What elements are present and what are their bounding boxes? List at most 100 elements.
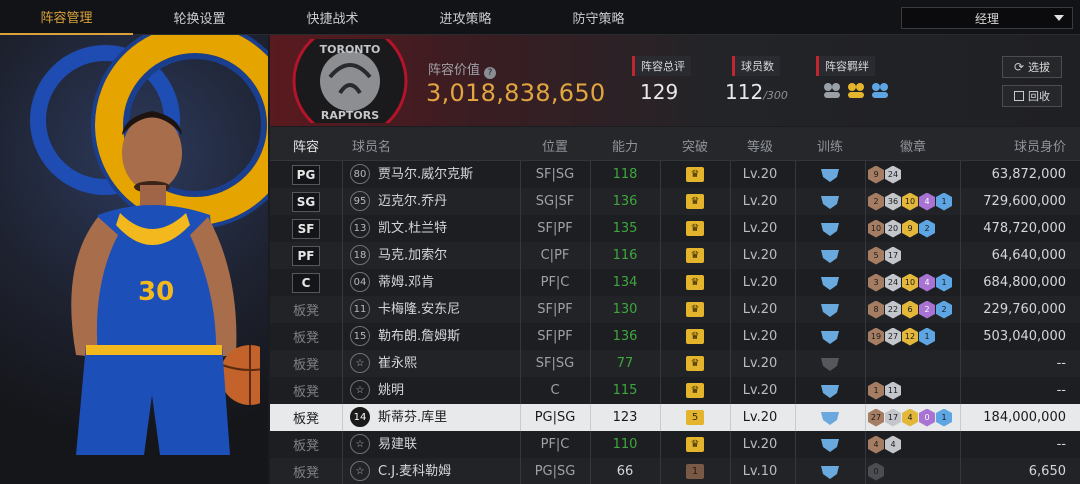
chemistry-icons[interactable] xyxy=(822,81,890,99)
training-cell[interactable] xyxy=(795,161,865,188)
table-row[interactable]: SG 95 迈克尔.乔丹 SG|SF 136 ♛ Lv.20 2 36 10 4 1 729,600,0… xyxy=(270,188,1080,215)
role-dropdown[interactable]: 经理 xyxy=(901,7,1073,29)
breakthrough-cell[interactable]: ♛ xyxy=(660,431,730,458)
table-row[interactable]: 板凳 ☆ 姚明 C 115 ♛ Lv.20 1 11 -- xyxy=(270,377,1080,404)
training-cell[interactable] xyxy=(795,404,865,431)
badge-list[interactable]: 2 36 10 4 1 xyxy=(868,188,952,215)
col-lineup[interactable]: 阵容 xyxy=(270,136,342,155)
breakthrough-cell[interactable]: ♛ xyxy=(660,242,730,269)
player-name[interactable]: C.J.麦科勒姆 xyxy=(378,458,451,484)
player-name[interactable]: 蒂姆.邓肯 xyxy=(378,269,434,296)
lineup-slot[interactable]: 板凳 xyxy=(270,431,342,458)
col-salary[interactable]: 球员身价 xyxy=(970,136,1066,155)
training-cell[interactable] xyxy=(795,431,865,458)
slot-bench: 板凳 xyxy=(292,412,319,427)
training-shield-icon xyxy=(821,438,839,452)
lineup-slot[interactable]: 板凳 xyxy=(270,296,342,323)
table-row[interactable]: PF 18 马克.加索尔 C|PF 116 ♛ Lv.20 5 17 64,640,000 xyxy=(270,242,1080,269)
player-name[interactable]: 斯蒂芬.库里 xyxy=(378,404,447,431)
tab-quick-tactics[interactable]: 快捷战术 xyxy=(266,0,399,35)
col-breakthrough[interactable]: 突破 xyxy=(660,136,730,155)
breakthrough-cell[interactable]: ♛ xyxy=(660,188,730,215)
col-player-name[interactable]: 球员名 xyxy=(352,136,391,155)
player-name[interactable]: 崔永熙 xyxy=(378,350,417,377)
badge-list[interactable]: 8 22 6 2 2 xyxy=(868,296,952,323)
training-cell[interactable] xyxy=(795,269,865,296)
training-cell[interactable] xyxy=(795,188,865,215)
badge-list[interactable]: 10 20 9 2 xyxy=(868,215,935,242)
tab-offense[interactable]: 进攻策略 xyxy=(399,0,532,35)
player-level: Lv.20 xyxy=(742,356,778,371)
lineup-slot[interactable]: PG xyxy=(270,161,342,188)
player-name[interactable]: 马克.加索尔 xyxy=(378,242,447,269)
table-row[interactable]: C 04 蒂姆.邓肯 PF|C 134 ♛ Lv.20 3 24 10 4 1 684,800,000 xyxy=(270,269,1080,296)
lineup-slot[interactable]: SG xyxy=(270,188,342,215)
lineup-slot[interactable]: 板凳 xyxy=(270,458,342,484)
badge-list[interactable]: 27 17 4 0 1 xyxy=(868,404,952,431)
breakthrough-cell[interactable]: ♛ xyxy=(660,323,730,350)
col-position[interactable]: 位置 xyxy=(520,136,590,155)
breakthrough-cell[interactable]: 5 xyxy=(660,404,730,431)
badge-list[interactable]: 9 24 xyxy=(868,161,901,188)
training-cell[interactable] xyxy=(795,350,865,377)
player-name[interactable]: 迈克尔.乔丹 xyxy=(378,188,447,215)
help-icon[interactable]: ? xyxy=(484,67,497,79)
lineup-slot[interactable]: PF xyxy=(270,242,342,269)
tab-defense[interactable]: 防守策略 xyxy=(532,0,665,35)
player-name[interactable]: 贾马尔.威尔克斯 xyxy=(378,161,473,188)
badge-list[interactable]: 3 24 10 4 1 xyxy=(868,269,952,296)
table-row[interactable]: 板凳 ☆ 崔永熙 SF|SG 77 ♛ Lv.20 -- xyxy=(270,350,1080,377)
tab-rotation[interactable]: 轮换设置 xyxy=(133,0,266,35)
badge-list[interactable]: 5 17 xyxy=(868,242,901,269)
player-name[interactable]: 卡梅隆.安东尼 xyxy=(378,296,460,323)
badge-list[interactable]: 44 xyxy=(868,431,901,458)
player-name[interactable]: 姚明 xyxy=(378,377,404,404)
player-name[interactable]: 凯文.杜兰特 xyxy=(378,215,447,242)
col-badges[interactable]: 徽章 xyxy=(868,136,958,155)
table-row[interactable]: 板凳 ☆ 易建联 PF|C 110 ♛ Lv.20 4 4 -- xyxy=(270,431,1080,458)
training-cell[interactable] xyxy=(795,323,865,350)
scout-button[interactable]: ⟳ 选拔 xyxy=(1002,56,1062,78)
player-name[interactable]: 勒布朗.詹姆斯 xyxy=(378,323,460,350)
col-ability[interactable]: 能力 xyxy=(590,136,660,155)
crown-icon: ♛ xyxy=(686,329,704,344)
badge: 1 xyxy=(936,192,952,211)
tab-lineup[interactable]: 阵容管理 xyxy=(0,0,133,35)
col-level[interactable]: 等级 xyxy=(730,136,790,155)
breakthrough-cell[interactable]: ♛ xyxy=(660,377,730,404)
badge-list[interactable]: 1 11 xyxy=(868,377,901,404)
training-cell[interactable] xyxy=(795,242,865,269)
table-row[interactable]: 板凳 11 卡梅隆.安东尼 SF|PF 130 ♛ Lv.20 8 22 6 2 2 229,760,0… xyxy=(270,296,1080,323)
badge-list[interactable]: 19 27 12 1 xyxy=(868,323,935,350)
table-row[interactable]: 板凳 14 斯蒂芬.库里 PG|SG 123 5 Lv.20 27 17 4 0 1 184,000,0… xyxy=(270,404,1080,431)
lineup-slot[interactable]: SF xyxy=(270,215,342,242)
player-salary: 6,650 xyxy=(1028,464,1066,479)
table-row[interactable]: 板凳 ☆ C.J.麦科勒姆 PG|SG 66 1 Lv.10 0 6,650 xyxy=(270,458,1080,484)
badge-list[interactable]: 0 xyxy=(868,458,884,484)
training-cell[interactable] xyxy=(795,296,865,323)
training-cell[interactable] xyxy=(795,377,865,404)
breakthrough-cell[interactable]: ♛ xyxy=(660,215,730,242)
breakthrough-cell[interactable]: ♛ xyxy=(660,296,730,323)
recycle-button[interactable]: 回收 xyxy=(1002,85,1062,107)
lineup-slot[interactable]: C xyxy=(270,269,342,296)
lineup-slot[interactable]: 板凳 xyxy=(270,350,342,377)
player-salary: 184,000,000 xyxy=(983,410,1066,425)
jersey-number: 80 xyxy=(350,164,370,184)
table-row[interactable]: PG 80 贾马尔.威尔克斯 SF|SG 118 ♛ Lv.20 9 24 63,872,000 xyxy=(270,161,1080,188)
breakthrough-cell[interactable]: ♛ xyxy=(660,269,730,296)
lineup-slot[interactable]: 板凳 xyxy=(270,377,342,404)
player-name[interactable]: 易建联 xyxy=(378,431,417,458)
breakthrough-cell[interactable]: ♛ xyxy=(660,161,730,188)
table-row[interactable]: SF 13 凯文.杜兰特 SF|PF 135 ♛ Lv.20 10 20 9 2 478,720,00… xyxy=(270,215,1080,242)
lineup-slot[interactable]: 板凳 xyxy=(270,323,342,350)
column-divider xyxy=(342,404,343,431)
training-cell[interactable] xyxy=(795,215,865,242)
col-training[interactable]: 训练 xyxy=(795,136,865,155)
badge: 22 xyxy=(885,300,901,319)
breakthrough-cell[interactable]: 1 xyxy=(660,458,730,484)
training-cell[interactable] xyxy=(795,458,865,484)
breakthrough-cell[interactable]: ♛ xyxy=(660,350,730,377)
table-row[interactable]: 板凳 15 勒布朗.詹姆斯 SF|PF 136 ♛ Lv.20 19 27 12 1 503,040,… xyxy=(270,323,1080,350)
lineup-slot[interactable]: 板凳 xyxy=(270,404,342,431)
